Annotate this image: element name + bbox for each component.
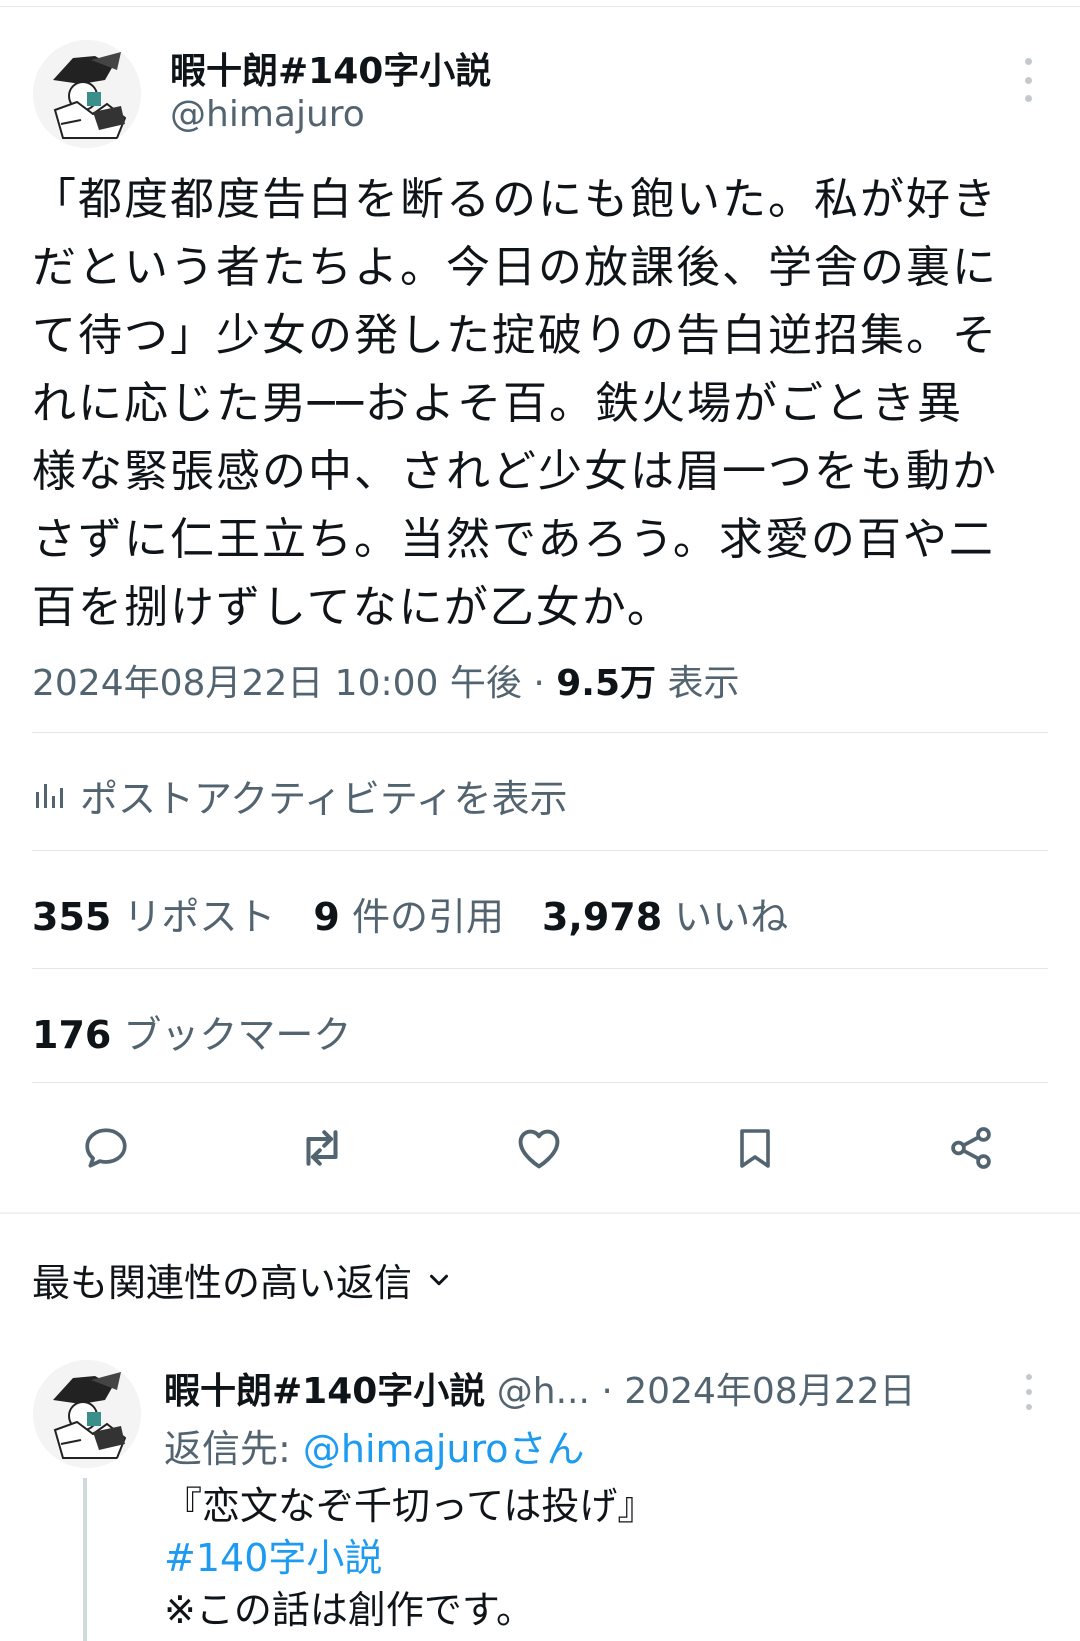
post-activity-label: ポストアクティビティを表示 (80, 776, 568, 821)
likes-label: いいね (662, 895, 789, 939)
reply-to: 返信先: @himajuroさん (164, 1418, 585, 1473)
share-icon[interactable] (941, 1118, 1001, 1178)
sort-label: 最も関連性の高い返信 (32, 1261, 413, 1305)
divider (32, 850, 1048, 851)
reply-header: 暇十朗#140字小説 @h... · 2024年08月22日 (164, 1362, 916, 1414)
handle[interactable]: @himajuro (170, 94, 365, 135)
bookmark-icon[interactable] (725, 1118, 785, 1178)
reply-avatar[interactable] (33, 1360, 141, 1468)
divider (32, 1082, 1048, 1083)
reply-sort-dropdown[interactable]: 最も関連性の高い返信 (32, 1252, 454, 1307)
reply-more-options-icon[interactable] (1022, 1374, 1036, 1410)
tweet-text: 「都度都度告白を断るのにも飽いた。私が好き だという者たちよ。今日の放課後、学舎… (32, 174, 998, 633)
section-divider (0, 1212, 1080, 1214)
tweet-meta: 2024年08月22日 10:00 午後 · 9.5万 表示 (32, 654, 739, 706)
more-options-icon[interactable] (1010, 58, 1046, 102)
analytics-icon (36, 784, 63, 808)
meta-separator: · (521, 663, 557, 704)
engagement-stats: 355 リポスト 9 件の引用 3,978 いいね (32, 886, 788, 941)
divider (32, 732, 1048, 733)
avatar[interactable] (33, 40, 141, 148)
post-activity-link[interactable]: ポストアクティビティを表示 (32, 770, 568, 821)
bookmarks-label: ブックマーク (111, 1013, 352, 1057)
bookmarks-stat[interactable]: 176 ブックマーク (32, 1004, 351, 1059)
thread-line (83, 1478, 87, 1641)
reply-to-label: 返信先: (164, 1427, 303, 1471)
likes-count: 3,978 (541, 895, 663, 939)
reposts-label: リポスト (111, 895, 276, 939)
reply-display-name[interactable]: 暇十朗#140字小説 (164, 1371, 485, 1412)
repost-icon[interactable] (292, 1118, 352, 1178)
display-name[interactable]: 暇十朗#140字小説 (170, 42, 491, 94)
reposts-stat[interactable]: 355 リポスト (32, 886, 275, 941)
views-label: 表示 (656, 663, 740, 704)
reply-to-handle-link[interactable]: @himajuroさん (303, 1427, 585, 1471)
chevron-down-icon (430, 1274, 449, 1285)
likes-stat[interactable]: 3,978 いいね (542, 886, 788, 941)
quotes-count: 9 (313, 895, 340, 939)
reply-icon[interactable] (76, 1118, 136, 1178)
quotes-label: 件の引用 (339, 895, 504, 939)
tweet: 暇十朗#140字小説 @himajuro 「都度都度告白を断るのにも飽いた。私が… (0, 0, 1080, 1210)
reply-date[interactable]: · 2024年08月22日 (601, 1371, 915, 1412)
reply-handle[interactable]: @h... (497, 1371, 590, 1412)
hashtag-link[interactable]: #140字小説 (164, 1532, 1024, 1584)
reply-line: 『恋文なぞ千切っては投げ』 (164, 1484, 656, 1528)
divider (32, 968, 1048, 969)
like-icon[interactable] (509, 1118, 569, 1178)
views-count: 9.5万 (556, 663, 656, 704)
reply-line: ※この話は創作です。 (164, 1588, 535, 1632)
reply-text: 『恋文なぞ千切っては投げ』 #140字小説 ※この話は創作です。 (164, 1480, 1024, 1636)
timestamp[interactable]: 2024年08月22日 10:00 午後 (32, 663, 522, 704)
reposts-count: 355 (32, 895, 112, 939)
bookmarks-count: 176 (32, 1013, 112, 1057)
quotes-stat[interactable]: 9 件の引用 (313, 886, 504, 941)
action-bar (0, 1118, 1080, 1178)
